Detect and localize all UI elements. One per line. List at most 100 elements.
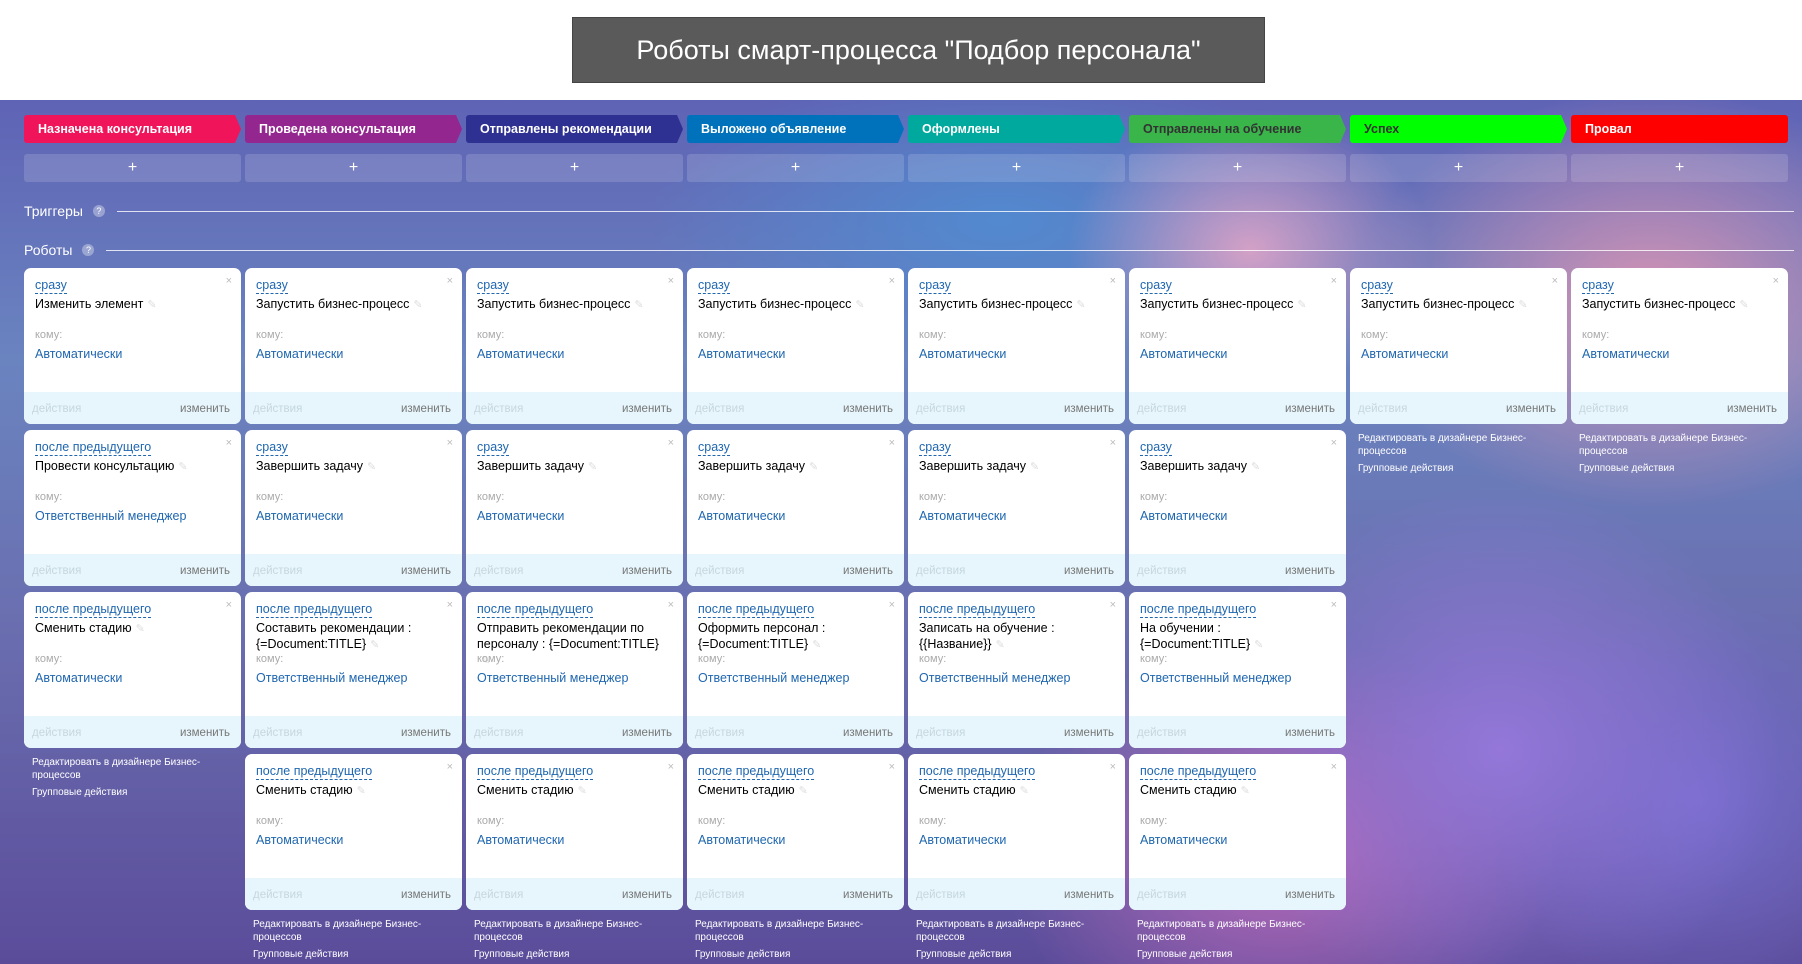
pencil-icon[interactable]: ✎ [578,785,587,797]
robot-delay-link[interactable]: после предыдущего [1140,602,1257,618]
group-actions-link[interactable]: Групповые действия [253,948,454,961]
close-icon[interactable]: × [1110,599,1116,611]
pencil-icon[interactable]: ✎ [588,461,597,473]
close-icon[interactable]: × [226,599,232,611]
close-icon[interactable]: × [1331,275,1337,287]
add-trigger-button[interactable]: + [687,154,904,182]
robot-delay-link[interactable]: сразу [919,278,951,294]
close-icon[interactable]: × [889,599,895,611]
close-icon[interactable]: × [1552,275,1558,287]
robot-responsible-link[interactable]: Ответственный менеджер [35,509,186,523]
robot-responsible-link[interactable]: Ответственный менеджер [256,671,407,685]
pencil-icon[interactable]: ✎ [136,623,145,635]
robot-responsible-link[interactable]: Автоматически [698,833,785,847]
add-trigger-button[interactable]: + [908,154,1125,182]
group-actions-link[interactable]: Групповые действия [1579,462,1780,475]
pencil-icon[interactable]: ✎ [1020,785,1029,797]
robot-responsible-link[interactable]: Автоматически [256,509,343,523]
pencil-icon[interactable]: ✎ [370,639,379,651]
edit-button[interactable]: изменить [1064,565,1114,577]
robot-delay-link[interactable]: сразу [477,440,509,456]
edit-button[interactable]: изменить [622,565,672,577]
add-trigger-button[interactable]: + [1571,154,1788,182]
robot-responsible-link[interactable]: Автоматически [1140,509,1227,523]
robot-delay-link[interactable]: после предыдущего [35,440,152,456]
close-icon[interactable]: × [1110,275,1116,287]
edit-button[interactable]: изменить [622,889,672,901]
pencil-icon[interactable]: ✎ [1241,785,1250,797]
close-icon[interactable]: × [889,437,895,449]
help-icon[interactable]: ? [82,244,95,256]
robot-delay-link[interactable]: сразу [35,278,67,294]
close-icon[interactable]: × [668,761,674,773]
edit-button[interactable]: изменить [1285,565,1335,577]
robot-responsible-link[interactable]: Автоматически [256,833,343,847]
robot-responsible-link[interactable]: Автоматически [477,833,564,847]
robot-responsible-link[interactable]: Автоматически [919,347,1006,361]
robot-delay-link[interactable]: сразу [256,440,288,456]
group-actions-link[interactable]: Групповые действия [695,948,896,961]
robot-delay-link[interactable]: сразу [1361,278,1393,294]
pencil-icon[interactable]: ✎ [413,299,422,311]
robot-delay-link[interactable]: сразу [1582,278,1614,294]
edit-button[interactable]: изменить [1064,403,1114,415]
close-icon[interactable]: × [889,761,895,773]
edit-in-designer-link[interactable]: Редактировать в дизайнере Бизнес-процесс… [1579,432,1780,458]
pencil-icon[interactable]: ✎ [1251,461,1260,473]
robot-responsible-link[interactable]: Автоматически [919,509,1006,523]
close-icon[interactable]: × [447,599,453,611]
edit-in-designer-link[interactable]: Редактировать в дизайнере Бизнес-процесс… [916,918,1117,944]
close-icon[interactable]: × [1331,761,1337,773]
edit-button[interactable]: изменить [622,727,672,739]
pencil-icon[interactable]: ✎ [1739,299,1748,311]
add-trigger-button[interactable]: + [466,154,683,182]
add-trigger-button[interactable]: + [1350,154,1567,182]
close-icon[interactable]: × [668,599,674,611]
robot-responsible-link[interactable]: Автоматически [698,509,785,523]
add-trigger-button[interactable]: + [1129,154,1346,182]
help-icon[interactable]: ? [92,205,105,217]
pencil-icon[interactable]: ✎ [1254,639,1263,651]
robot-responsible-link[interactable]: Ответственный менеджер [477,671,628,685]
edit-in-designer-link[interactable]: Редактировать в дизайнере Бизнес-процесс… [695,918,896,944]
close-icon[interactable]: × [447,761,453,773]
edit-button[interactable]: изменить [1064,889,1114,901]
robot-responsible-link[interactable]: Автоматически [1140,833,1227,847]
pencil-icon[interactable]: ✎ [147,299,156,311]
stage-6[interactable]: Отправлены на обучение [1129,115,1346,143]
edit-button[interactable]: изменить [401,889,451,901]
pencil-icon[interactable]: ✎ [1518,299,1527,311]
robot-delay-link[interactable]: после предыдущего [35,602,152,618]
pencil-icon[interactable]: ✎ [357,785,366,797]
robot-responsible-link[interactable]: Автоматически [35,671,122,685]
stage-7[interactable]: Успех [1350,115,1567,143]
close-icon[interactable]: × [1331,437,1337,449]
stage-5[interactable]: Оформлены [908,115,1125,143]
robot-delay-link[interactable]: сразу [256,278,288,294]
robot-responsible-link[interactable]: Автоматически [477,347,564,361]
edit-in-designer-link[interactable]: Редактировать в дизайнере Бизнес-процесс… [1137,918,1338,944]
close-icon[interactable]: × [226,437,232,449]
edit-button[interactable]: изменить [843,727,893,739]
pencil-icon[interactable]: ✎ [809,461,818,473]
edit-button[interactable]: изменить [1727,403,1777,415]
robot-responsible-link[interactable]: Ответственный менеджер [919,671,1070,685]
robot-delay-link[interactable]: после предыдущего [256,764,373,780]
stage-4[interactable]: Выложено объявление [687,115,904,143]
edit-in-designer-link[interactable]: Редактировать в дизайнере Бизнес-процесс… [32,756,233,782]
robot-delay-link[interactable]: после предыдущего [919,602,1036,618]
robot-responsible-link[interactable]: Автоматически [1361,347,1448,361]
edit-in-designer-link[interactable]: Редактировать в дизайнере Бизнес-процесс… [253,918,454,944]
pencil-icon[interactable]: ✎ [1076,299,1085,311]
robot-responsible-link[interactable]: Автоматически [256,347,343,361]
add-trigger-button[interactable]: + [24,154,241,182]
pencil-icon[interactable]: ✎ [855,299,864,311]
robot-delay-link[interactable]: после предыдущего [1140,764,1257,780]
robot-delay-link[interactable]: сразу [1140,278,1172,294]
pencil-icon[interactable]: ✎ [178,461,187,473]
edit-button[interactable]: изменить [180,565,230,577]
edit-button[interactable]: изменить [401,727,451,739]
robot-delay-link[interactable]: сразу [477,278,509,294]
robot-delay-link[interactable]: после предыдущего [698,764,815,780]
pencil-icon[interactable]: ✎ [1030,461,1039,473]
